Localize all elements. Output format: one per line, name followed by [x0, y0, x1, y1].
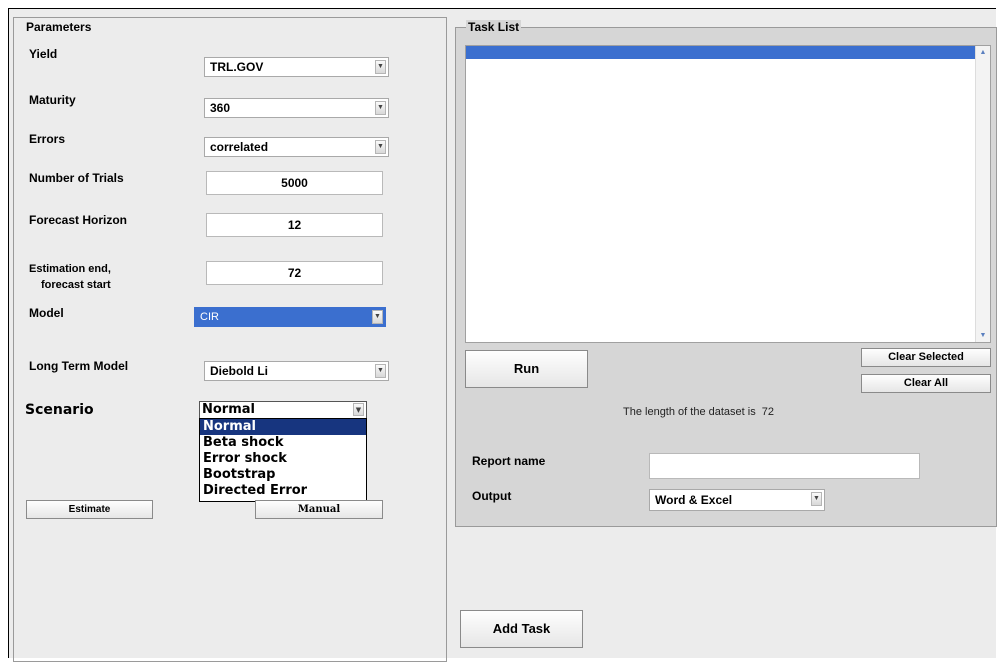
model-select[interactable]: CIR ▼: [194, 307, 386, 327]
scroll-down-icon[interactable]: ▼: [976, 329, 990, 342]
clear-all-button[interactable]: Clear All: [861, 374, 991, 393]
task-list-scrollbar[interactable]: ▲ ▼: [975, 46, 990, 342]
estimate-button[interactable]: Estimate: [26, 500, 153, 519]
scenario-option[interactable]: Error shock: [200, 451, 366, 467]
manual-button[interactable]: Manual: [255, 500, 383, 519]
model-label: Model: [29, 306, 64, 320]
scenario-dropdown-list: Normal Beta shock Error shock Bootstrap …: [199, 418, 367, 502]
chevron-down-icon: ▼: [375, 364, 386, 378]
yield-label: Yield: [29, 47, 58, 61]
yield-select-value: TRL.GOV: [210, 60, 264, 74]
clear-selected-button[interactable]: Clear Selected: [861, 348, 991, 367]
report-name-label: Report name: [472, 454, 546, 468]
scenario-option[interactable]: Beta shock: [200, 435, 366, 451]
app-window: Parameters Yield TRL.GOV ▼ Maturity 360 …: [8, 8, 997, 662]
chevron-down-icon: ▼: [375, 140, 386, 154]
estimation-end-label-line1: Estimation end,: [29, 263, 111, 275]
task-list-title: Task List: [466, 20, 522, 34]
output-select[interactable]: Word & Excel ▼: [649, 489, 825, 511]
model-select-value: CIR: [200, 311, 219, 323]
estimation-end-label: Estimation end, forecast start: [29, 261, 111, 293]
report-name-input[interactable]: [649, 453, 920, 479]
chevron-down-icon: ▼: [375, 60, 386, 74]
long-term-model-select-value: Diebold Li: [210, 364, 268, 378]
chevron-down-icon: ▼: [353, 403, 364, 416]
estimation-end-label-line2: forecast start: [41, 279, 111, 291]
output-label: Output: [472, 489, 512, 503]
scenario-select-value: Normal: [202, 402, 255, 417]
scenario-option[interactable]: Normal: [200, 419, 366, 435]
maturity-select-value: 360: [210, 101, 231, 115]
scroll-up-icon[interactable]: ▲: [976, 46, 990, 59]
chevron-down-icon: ▼: [811, 492, 822, 506]
task-list-selected-row[interactable]: [466, 46, 976, 59]
scenario-select[interactable]: Normal ▼: [199, 401, 367, 419]
horizon-label: Forecast Horizon: [29, 213, 128, 227]
errors-select[interactable]: correlated ▼: [204, 137, 389, 157]
run-button[interactable]: Run: [465, 350, 588, 388]
dataset-info-text: The length of the dataset is 72: [623, 406, 775, 418]
chevron-down-icon: ▼: [375, 101, 386, 115]
errors-label: Errors: [29, 132, 66, 146]
horizon-input[interactable]: 12: [206, 213, 383, 237]
estimation-end-input[interactable]: 72: [206, 261, 383, 285]
maturity-label: Maturity: [29, 93, 76, 107]
chevron-down-icon: ▼: [372, 310, 383, 324]
parameters-title: Parameters: [24, 20, 94, 34]
add-task-button[interactable]: Add Task: [460, 610, 583, 648]
scenario-option[interactable]: Directed Error: [200, 483, 366, 499]
long-term-model-label: Long Term Model: [29, 359, 129, 373]
trials-input[interactable]: 5000: [206, 171, 383, 195]
yield-select[interactable]: TRL.GOV ▼: [204, 57, 389, 77]
task-listbox[interactable]: ▲ ▼: [465, 45, 991, 343]
scenario-label: Scenario: [25, 402, 94, 418]
trials-label: Number of Trials: [29, 171, 124, 185]
output-select-value: Word & Excel: [655, 493, 733, 507]
scenario-option[interactable]: Bootstrap: [200, 467, 366, 483]
long-term-model-select[interactable]: Diebold Li ▼: [204, 361, 389, 381]
maturity-select[interactable]: 360 ▼: [204, 98, 389, 118]
errors-select-value: correlated: [210, 140, 269, 154]
